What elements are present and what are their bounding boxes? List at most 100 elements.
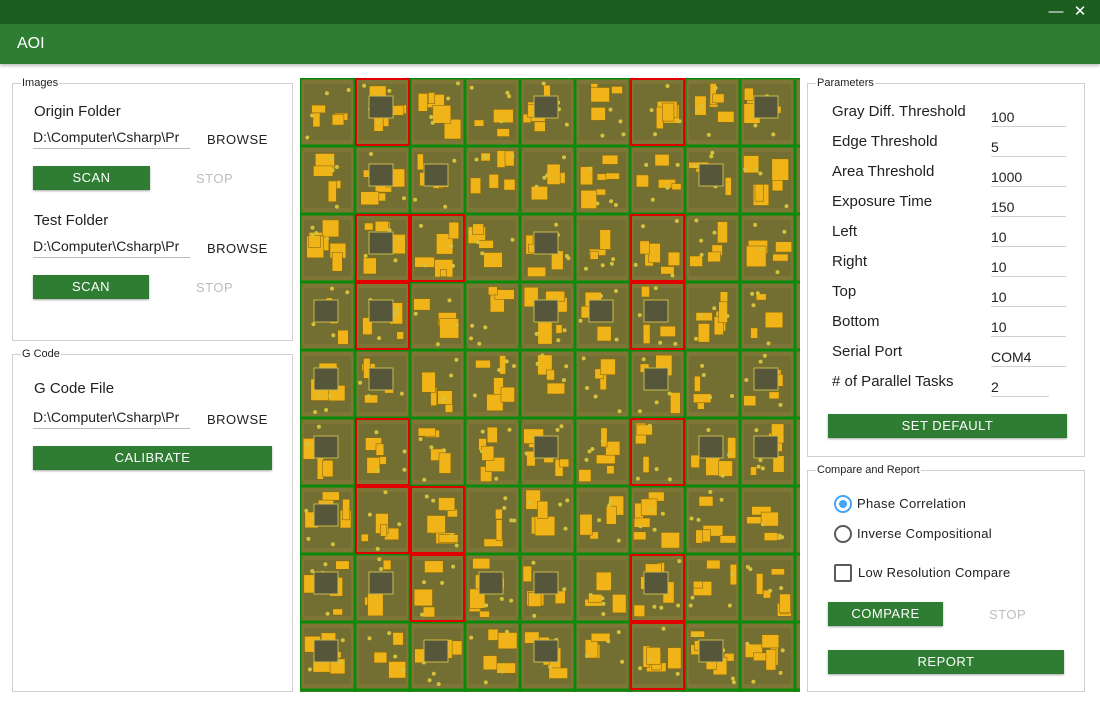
pcb-component (756, 573, 764, 595)
pcb-component (424, 560, 444, 573)
pcb-via (310, 233, 315, 237)
test-browse-button[interactable]: BROWSE (207, 241, 268, 256)
pcb-via (313, 410, 318, 415)
pcb-via (454, 543, 459, 548)
pcb-via (329, 156, 334, 161)
pcb-via (366, 394, 371, 399)
pcb-via (524, 451, 529, 456)
pcb-via (505, 629, 509, 634)
close-button[interactable]: ✕ (1070, 2, 1090, 22)
param-input[interactable]: 1000 (991, 163, 1066, 187)
pcb-component (640, 498, 658, 516)
gcode-browse-button[interactable]: BROWSE (207, 412, 268, 427)
pcb-via (375, 546, 380, 551)
inverse-compositional-radio[interactable] (834, 525, 852, 543)
test-stop-button[interactable]: STOP (196, 280, 233, 295)
param-input[interactable]: 5 (991, 133, 1066, 157)
compare-report-group-legend: Compare and Report (816, 463, 921, 477)
param-input[interactable]: 100 (991, 103, 1066, 127)
inverse-compositional-label[interactable]: Inverse Compositional (857, 526, 992, 541)
phase-correlation-label[interactable]: Phase Correlation (857, 496, 966, 511)
param-input[interactable]: 10 (991, 313, 1066, 337)
pcb-component (342, 498, 350, 521)
pcb-via (363, 253, 368, 258)
low-resolution-checkbox[interactable] (834, 564, 852, 582)
pcb-component (719, 535, 737, 544)
pcb-via (635, 476, 640, 481)
pcb-component (374, 221, 389, 232)
pcb-via (497, 368, 502, 372)
param-input[interactable]: COM4 (991, 343, 1066, 367)
pcb-via (330, 542, 335, 547)
compare-stop-button[interactable]: STOP (989, 607, 1026, 622)
pcb-via (429, 115, 434, 119)
pcb-via (755, 291, 760, 296)
param-input[interactable]: 10 (991, 253, 1066, 277)
pcb-component (500, 386, 515, 403)
origin-stop-button[interactable]: STOP (196, 171, 233, 186)
app-header: AOI (0, 24, 1100, 64)
param-input[interactable]: 2 (991, 373, 1049, 397)
pcb-component (302, 438, 315, 460)
pcb-component (743, 395, 757, 407)
pcb-component (375, 443, 385, 456)
calibrate-button[interactable]: CALIBRATE (33, 446, 272, 470)
pcb-component (367, 593, 384, 617)
pcb-via (677, 119, 682, 124)
set-default-button[interactable]: SET DEFAULT (828, 414, 1067, 438)
pcb-via (330, 168, 335, 173)
pcb-component (472, 223, 484, 235)
pcb-component (750, 466, 757, 476)
origin-folder-path[interactable]: D:\Computer\Csharp\Pr (33, 129, 190, 149)
window-title-bar: — ✕ (0, 0, 1100, 24)
pcb-via (499, 596, 504, 601)
pcb-via (727, 603, 732, 608)
param-input[interactable]: 10 (991, 223, 1066, 247)
pcb-via (654, 467, 659, 472)
pcb-image-viewer[interactable] (298, 76, 800, 692)
pcb-component (595, 571, 612, 591)
pcb-via (324, 91, 329, 96)
pcb-via (562, 328, 567, 333)
pcb-via (730, 394, 734, 398)
pcb-via (429, 445, 434, 450)
gcode-file-path[interactable]: D:\Computer\Csharp\Pr (33, 409, 190, 429)
pcb-via (323, 562, 328, 567)
phase-correlation-radio[interactable] (834, 495, 852, 513)
test-folder-path[interactable]: D:\Computer\Csharp\Pr (33, 238, 190, 258)
pcb-component (706, 559, 721, 570)
pcb-via (431, 671, 436, 676)
pcb-via (449, 373, 454, 378)
pcb-chip (478, 571, 504, 595)
test-scan-button[interactable]: SCAN (33, 275, 149, 299)
pcb-via (712, 230, 717, 235)
pcb-via (614, 289, 618, 293)
param-input[interactable]: 150 (991, 193, 1066, 217)
pcb-via (422, 263, 427, 268)
pcb-component (478, 240, 494, 249)
pcb-via (647, 423, 652, 428)
pcb-chip (368, 571, 394, 595)
pcb-via (338, 660, 343, 665)
pcb-component (712, 93, 725, 104)
pcb-via (482, 155, 487, 160)
pcb-component (421, 371, 436, 393)
pcb-via (325, 236, 329, 241)
param-input[interactable]: 10 (991, 283, 1066, 307)
origin-browse-button[interactable]: BROWSE (207, 132, 268, 147)
pcb-via (331, 333, 336, 338)
report-button[interactable]: REPORT (828, 650, 1064, 674)
pcb-via (441, 448, 446, 453)
pcb-component (697, 323, 710, 343)
compare-button[interactable]: COMPARE (828, 602, 943, 626)
pcb-via (665, 185, 670, 190)
pcb-via (449, 534, 454, 539)
pcb-via (720, 473, 725, 478)
pcb-via (753, 123, 758, 128)
pcb-via (307, 667, 312, 672)
minimize-button[interactable]: — (1046, 2, 1066, 22)
low-resolution-label[interactable]: Low Resolution Compare (858, 565, 1011, 580)
pcb-component (639, 240, 650, 255)
pcb-component (761, 634, 780, 649)
origin-scan-button[interactable]: SCAN (33, 166, 150, 190)
